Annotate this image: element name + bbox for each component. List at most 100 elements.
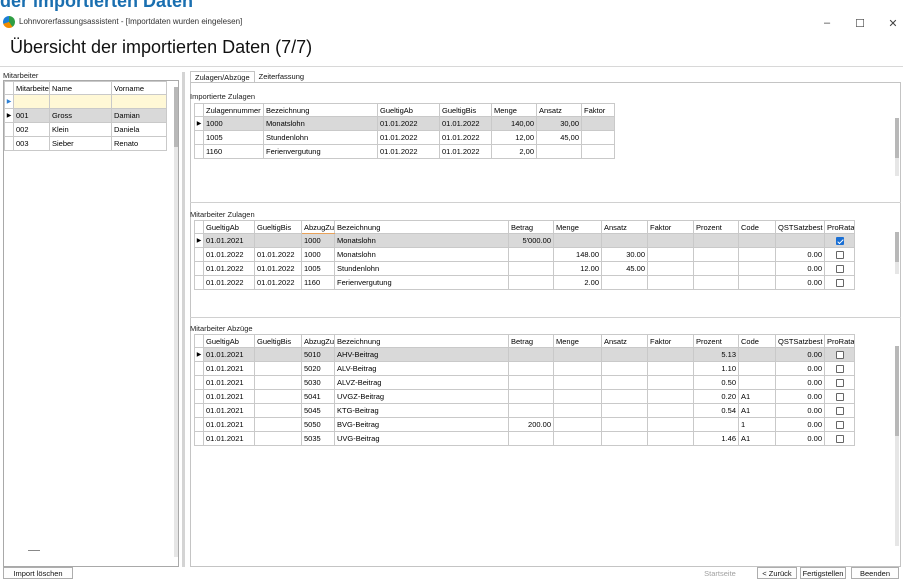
table-cell[interactable] — [553, 431, 602, 446]
table-cell[interactable] — [824, 361, 855, 376]
column-header[interactable]: GueltigAb — [203, 334, 255, 348]
table-cell[interactable] — [553, 361, 602, 376]
cell-name[interactable]: Gross — [49, 108, 112, 123]
table-cell[interactable] — [824, 347, 855, 362]
column-header[interactable]: QSTSatzbest — [775, 334, 825, 348]
table-cell[interactable]: 5045 — [301, 403, 335, 418]
table-cell[interactable]: 0.00 — [775, 389, 825, 404]
cell-name[interactable]: Klein — [49, 122, 112, 137]
table-cell[interactable]: 1.46 — [693, 431, 739, 446]
table-cell[interactable] — [508, 347, 554, 362]
close-button[interactable]: ✕ — [878, 14, 903, 32]
table-cell[interactable]: 01.01.2022 — [203, 275, 255, 290]
table-cell[interactable]: 01.01.2022 — [439, 130, 492, 145]
table-cell[interactable]: Monatslohn — [334, 247, 509, 262]
table-cell[interactable]: 2,00 — [491, 144, 537, 159]
column-header[interactable]: Bezeichnung — [334, 220, 509, 234]
column-header[interactable]: AbzugZul — [301, 220, 335, 234]
table-cell[interactable] — [824, 247, 855, 262]
column-header[interactable]: Faktor — [647, 220, 694, 234]
table-cell[interactable] — [508, 431, 554, 446]
table-cell[interactable]: 5010 — [301, 347, 335, 362]
table-cell[interactable] — [824, 431, 855, 446]
table-cell[interactable]: 01.01.2022 — [377, 130, 440, 145]
table-cell[interactable]: A1 — [738, 389, 776, 404]
table-cell[interactable]: BVG-Beitrag — [334, 417, 509, 432]
fertigstellen-button[interactable]: Fertigstellen — [800, 567, 846, 579]
table-cell[interactable] — [508, 261, 554, 276]
table-row[interactable]: 1005 Stundenlohn 01.01.2022 01.01.2022 12,00… — [194, 130, 615, 145]
table-cell[interactable] — [647, 347, 694, 362]
table-cell[interactable]: 1.10 — [693, 361, 739, 376]
cell-vorname[interactable]: Damian — [111, 108, 167, 123]
table-cell[interactable]: Stundenlohn — [263, 130, 378, 145]
table-cell[interactable]: 01.01.2022 — [203, 247, 255, 262]
prorata-checkbox[interactable] — [835, 251, 844, 259]
prorata-checkbox[interactable] — [835, 435, 844, 443]
cell-nr[interactable]: 003 — [13, 136, 50, 151]
table-cell[interactable] — [508, 361, 554, 376]
import-loeschen-button[interactable]: Import löschen — [3, 567, 73, 579]
column-header[interactable]: AbzugZul — [301, 334, 335, 348]
table-cell[interactable]: 45.00 — [601, 261, 648, 276]
table-cell[interactable] — [553, 347, 602, 362]
table-cell[interactable]: 45,00 — [536, 130, 582, 145]
table-cell[interactable]: 0.00 — [775, 275, 825, 290]
table-cell[interactable] — [581, 116, 615, 131]
table-cell[interactable] — [738, 247, 776, 262]
table-cell[interactable]: 1160 — [301, 275, 335, 290]
table-cell[interactable] — [824, 417, 855, 432]
prorata-checkbox[interactable] — [835, 421, 844, 429]
table-row[interactable]: 01.01.2022 01.01.2022 1160 Ferienvergutung 2… — [194, 275, 855, 290]
table-cell[interactable] — [738, 275, 776, 290]
table-cell[interactable] — [693, 261, 739, 276]
table-cell[interactable] — [254, 403, 302, 418]
table-row[interactable]: 003 Sieber Renato — [4, 136, 167, 151]
table-cell[interactable]: 5030 — [301, 375, 335, 390]
minimize-button[interactable]: – — [812, 14, 842, 32]
table-cell[interactable] — [553, 389, 602, 404]
table-cell[interactable] — [581, 144, 615, 159]
table-row[interactable]: ▶ 01.01.2021 5010 AHV-Beitrag 5.13 0.00 — [194, 347, 855, 362]
table-cell[interactable]: 1000 — [301, 233, 335, 248]
table-row[interactable]: 1160 Ferienvergutung 01.01.2022 01.01.2022 2… — [194, 144, 615, 159]
table-cell[interactable] — [508, 403, 554, 418]
table-cell[interactable] — [693, 417, 739, 432]
table-cell[interactable]: 30,00 — [536, 116, 582, 131]
maximize-button[interactable]: ☐ — [845, 14, 875, 32]
prorata-checkbox[interactable] — [835, 365, 844, 373]
table-row[interactable]: ▶ 01.01.2021 1000 Monatslohn 5'000.00 — [194, 233, 855, 248]
table-cell[interactable]: 01.01.2021 — [203, 375, 255, 390]
table-cell[interactable]: 5050 — [301, 417, 335, 432]
table-cell[interactable] — [647, 361, 694, 376]
cell-name[interactable]: Sieber — [49, 136, 112, 151]
table-cell[interactable] — [647, 233, 694, 248]
table-cell[interactable] — [647, 389, 694, 404]
table-cell[interactable]: 0.00 — [775, 247, 825, 262]
table-cell[interactable]: 0.54 — [693, 403, 739, 418]
column-header[interactable]: GueltigBis — [439, 103, 492, 117]
table-row[interactable]: 01.01.2021 5035 UVG-Beitrag 1.46 A1 0.00 — [194, 431, 855, 446]
column-header[interactable]: Code — [738, 334, 776, 348]
table-cell[interactable] — [647, 375, 694, 390]
table-cell[interactable] — [693, 233, 739, 248]
table-cell[interactable]: 0.00 — [775, 417, 825, 432]
table-cell[interactable]: 0.00 — [775, 261, 825, 276]
table-cell[interactable]: 30.00 — [601, 247, 648, 262]
table-cell[interactable]: 1 — [738, 417, 776, 432]
table-cell[interactable]: 01.01.2021 — [203, 389, 255, 404]
table-cell[interactable] — [693, 275, 739, 290]
table-row[interactable]: 01.01.2021 5030 ALVZ-Beitrag 0.50 0.00 — [194, 375, 855, 390]
table-cell[interactable] — [601, 275, 648, 290]
table-cell[interactable]: 148.00 — [553, 247, 602, 262]
table-cell[interactable]: Ferienvergutung — [334, 275, 509, 290]
table-row[interactable]: ▶ 1000 Monatslohn 01.01.2022 01.01.2022 140,0… — [194, 116, 615, 131]
column-header[interactable]: Betrag — [508, 220, 554, 234]
panel-splitter[interactable] — [182, 72, 185, 567]
table-row[interactable]: 01.01.2021 5050 BVG-Beitrag 200.00 1 0.00 — [194, 417, 855, 432]
left-scrollbar[interactable] — [174, 87, 178, 557]
table-cell[interactable] — [508, 375, 554, 390]
table-cell[interactable] — [254, 389, 302, 404]
mitarbeiter-abzuege-scrollbar[interactable] — [895, 346, 899, 546]
prorata-checkbox[interactable] — [835, 279, 844, 287]
